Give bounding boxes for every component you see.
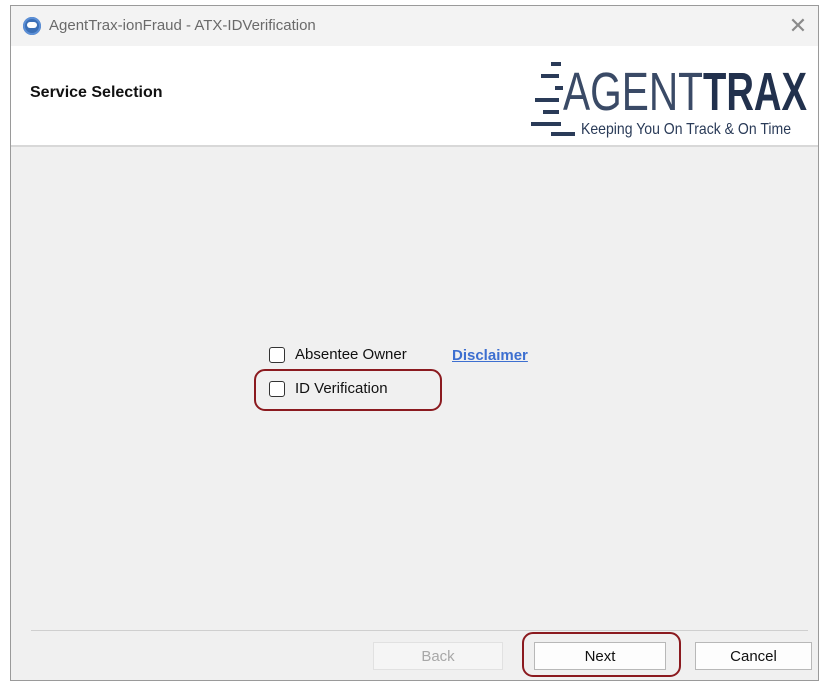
logo-tagline: Keeping You On Track & On Time	[581, 121, 791, 138]
footer-divider	[31, 630, 808, 631]
next-button[interactable]: Next	[534, 642, 666, 670]
dialog-window: AgentTrax-ionFraud - ATX-IDVerification …	[10, 5, 819, 681]
wizard-header: Service Selection AGENT TRAX Keeping You…	[11, 46, 818, 147]
app-globe-icon	[23, 17, 41, 35]
logo-wordmark-trax: TRAX	[703, 62, 807, 122]
title-bar: AgentTrax-ionFraud - ATX-IDVerification …	[11, 6, 818, 46]
service-option-id-verification[interactable]: ID Verification	[269, 380, 388, 397]
window-title: AgentTrax-ionFraud - ATX-IDVerification	[49, 17, 316, 34]
disclaimer-link[interactable]: Disclaimer	[452, 347, 528, 364]
id-verification-checkbox[interactable]	[269, 380, 285, 397]
cancel-button[interactable]: Cancel	[695, 642, 812, 670]
id-verification-label: ID Verification	[295, 380, 388, 397]
service-selection-panel: Absentee Owner Disclaimer ID Verificatio…	[11, 147, 818, 602]
logo-wordmark-agent: AGENT	[563, 62, 703, 122]
agenttrax-logo: AGENT TRAX Keeping You On Track & On Tim…	[531, 62, 807, 138]
absentee-owner-label: Absentee Owner	[295, 346, 407, 363]
close-icon[interactable]: ✕	[784, 12, 812, 40]
page-title: Service Selection	[30, 84, 163, 101]
back-button[interactable]: Back	[373, 642, 503, 670]
service-option-absentee-owner[interactable]: Absentee Owner	[269, 346, 407, 363]
absentee-owner-checkbox[interactable]	[269, 346, 285, 363]
